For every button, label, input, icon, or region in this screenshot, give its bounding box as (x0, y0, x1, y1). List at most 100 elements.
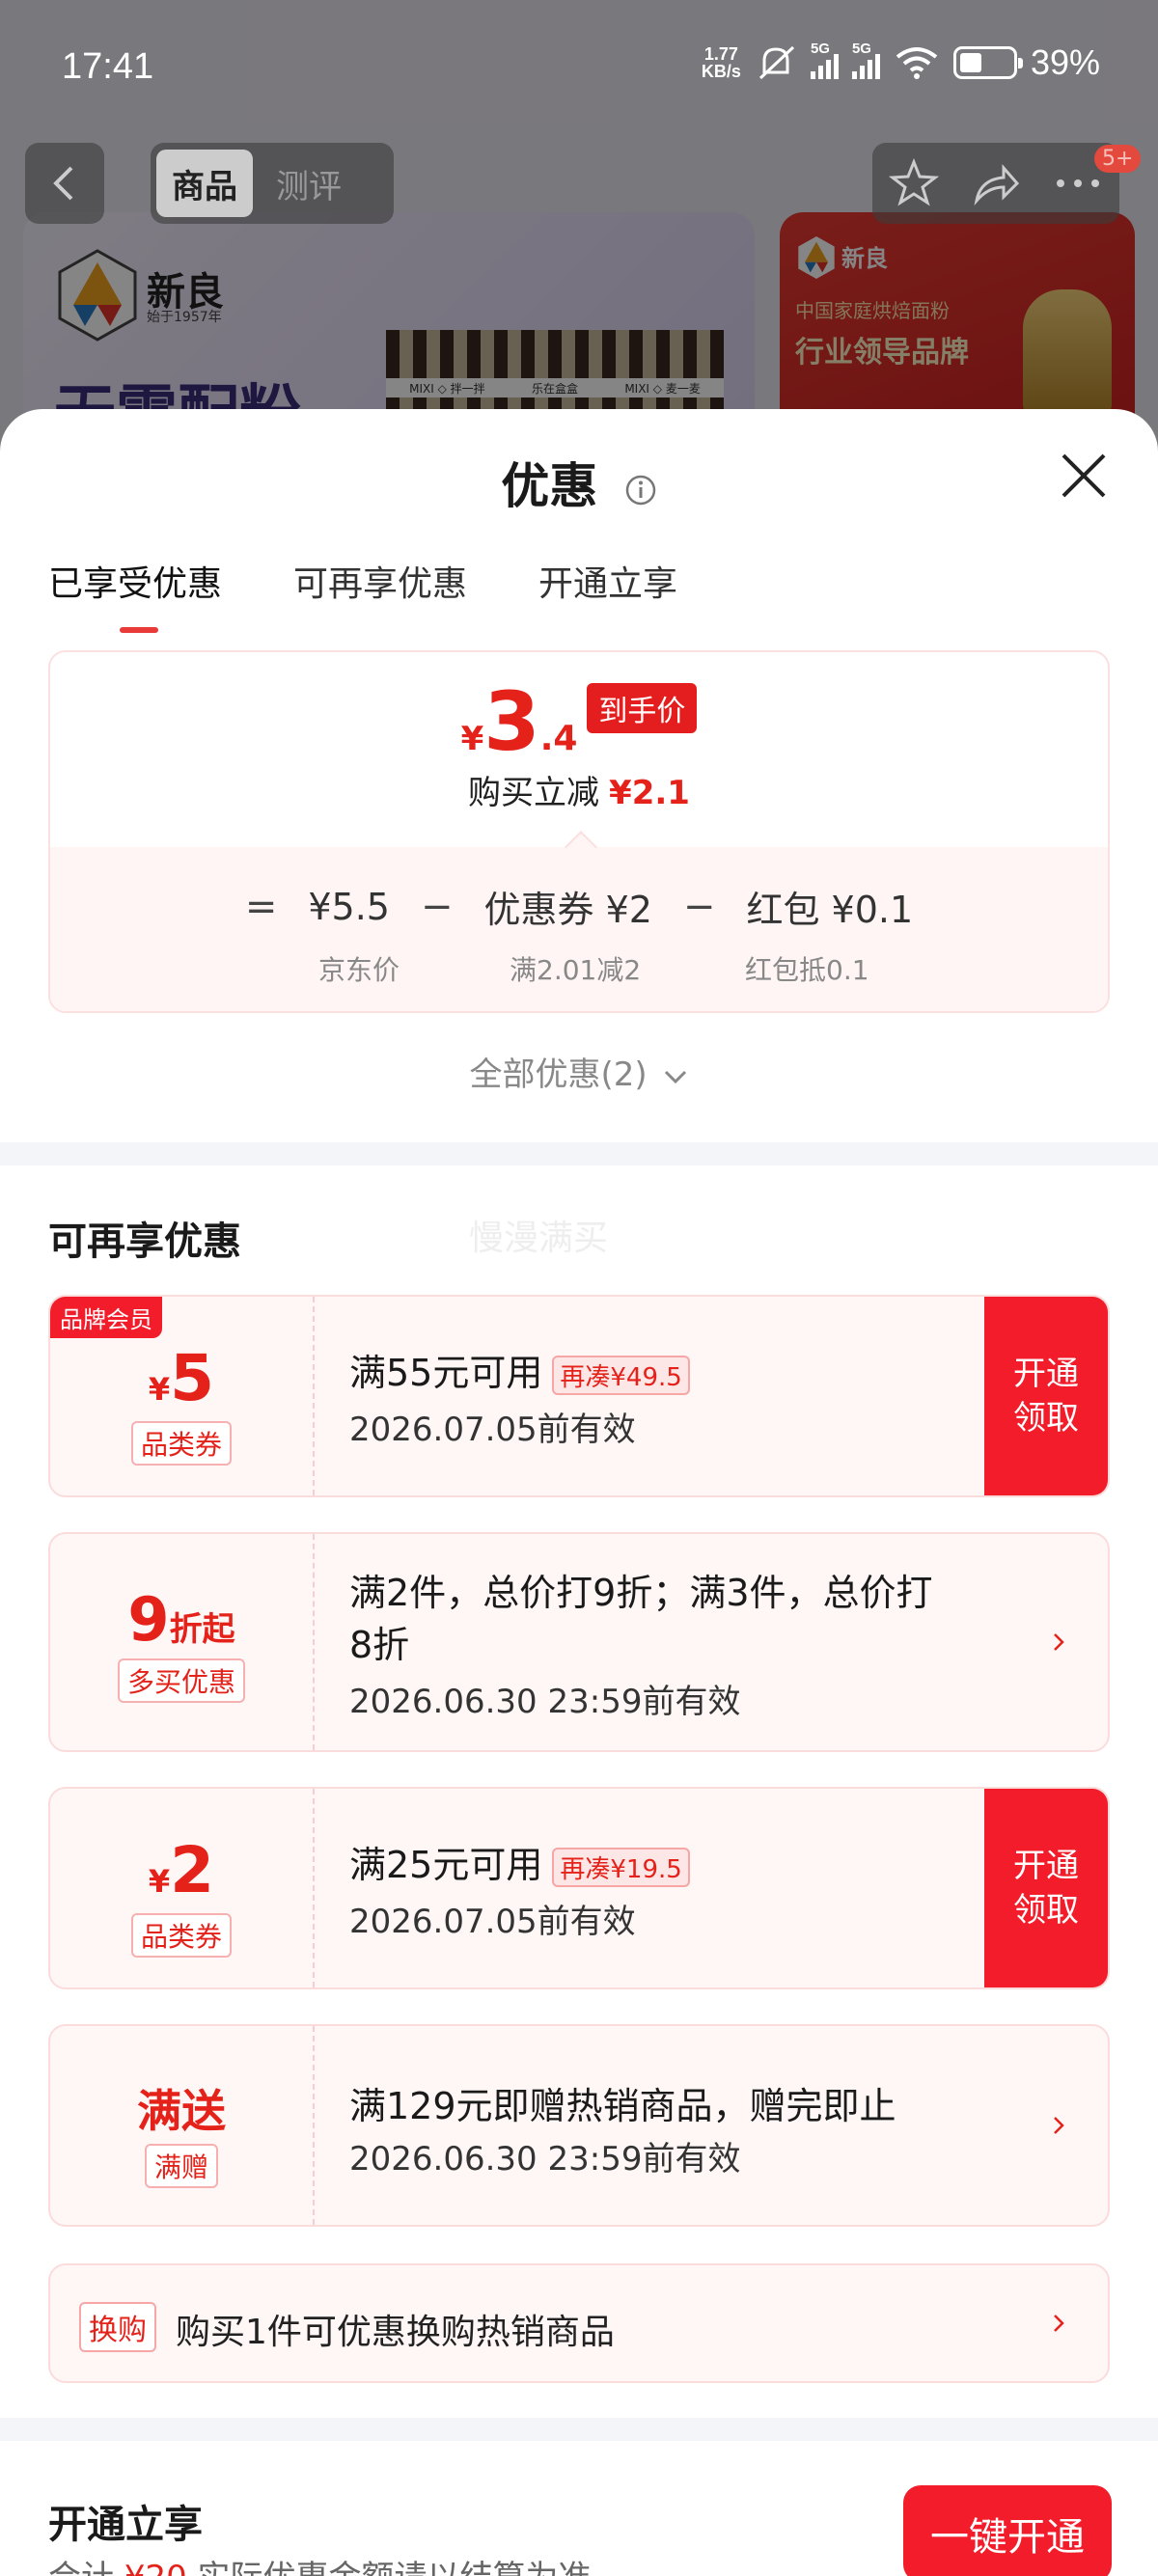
chevron-right-icon (1054, 1633, 1064, 1651)
gift-label: 满送 (137, 2085, 226, 2137)
all-offers-toggle[interactable]: 全部优惠(2) (0, 1048, 1158, 1095)
red-packet-deduction: 红包 ¥0.1 (746, 889, 914, 931)
coupon-value: ¥2 品类券 (50, 1789, 315, 1987)
coupon-condition: 满129元即赠热销商品，赠完即止 (349, 2085, 896, 2127)
more-icon[interactable] (1053, 174, 1103, 193)
instant-reduction: 购买立减 ¥2.1 (50, 766, 1108, 813)
exchange-offer[interactable]: 换购 购买1件可优惠换购热销商品 (48, 2263, 1110, 2383)
status-bar: 17:41 1.77 KB/s 5G 5G 39% (0, 0, 1158, 135)
chevron-right-icon (1054, 2117, 1064, 2134)
sheet-title-row: 优惠 (0, 448, 1158, 517)
status-icons: 1.77 KB/s 5G 5G 39% (702, 41, 1100, 83)
coupon-type: 品类券 (130, 1421, 232, 1466)
offers-sheet: 优惠 已享受优惠 可再享优惠 开通立享 ¥ 3 .4 到手价 购买立减¥2.1 (0, 409, 1158, 2576)
discount-number: 9 (127, 1584, 170, 1655)
coupon-number: 2 (170, 1833, 215, 1907)
mute-bell-icon (758, 45, 794, 80)
button-line: 开通 (1013, 1847, 1079, 1885)
battery-percent: 39% (1030, 42, 1100, 82)
coupon-details: 满129元即赠热销商品，赠完即止 2026.06.30 23:59前有效 (349, 2026, 973, 2225)
page-tabs: 商品 测评 (151, 143, 394, 224)
coupon-expiry: 2026.06.30 23:59前有效 (349, 1683, 741, 1721)
section-title-open: 开通立享 (48, 2503, 203, 2547)
watermark-text: 慢漫满买 (469, 1219, 609, 1258)
coupon-deduction: 优惠券 ¥2 (483, 889, 652, 931)
tab-product[interactable]: 商品 (156, 150, 253, 217)
coupon-details: 满25元可用 再凑¥19.5 2026.07.05前有效 (349, 1789, 973, 1987)
price-currency: ¥ (460, 720, 484, 758)
open-summary-prefix: 合计 (48, 2559, 114, 2576)
reduction-amount: ¥2.1 (609, 774, 690, 812)
open-summary: 合计 ¥20 实际优惠金额请以结算为准 (48, 2551, 592, 2576)
info-icon[interactable] (624, 474, 657, 507)
price-summary-card: ¥ 3 .4 到手价 购买立减 ¥2.1 = ¥5.5 − 优惠券 ¥2 − 红包… (48, 650, 1110, 1013)
tab-enjoyed[interactable]: 已享受优惠 (48, 556, 222, 633)
jd-price-label: 京东价 (318, 954, 400, 986)
chevron-down-icon (665, 1070, 687, 1083)
minus-sign: − (682, 884, 716, 929)
coupon-condition: 满25元可用 (349, 1844, 543, 1886)
coupon-condition-row: 满25元可用 再凑¥19.5 (349, 1835, 690, 1888)
coupon-amount: ¥2 (50, 1833, 313, 1907)
close-icon[interactable] (1058, 450, 1110, 502)
section-divider (0, 1142, 1158, 1165)
final-price-tag: 到手价 (587, 683, 698, 733)
star-icon[interactable] (888, 158, 939, 208)
final-price: ¥ 3 .4 到手价 (50, 681, 1108, 762)
signal-icon: 5G (851, 41, 880, 79)
coupon-number: 5 (170, 1341, 215, 1415)
net-speed-value: 1.77 (703, 44, 738, 64)
jd-price: ¥5.5 (308, 885, 390, 928)
signal-label: 5G (851, 41, 871, 57)
coupon-expiry: 2026.07.05前有效 (349, 1411, 636, 1449)
coupon-type: 品类券 (130, 1913, 232, 1958)
tab-more-offers[interactable]: 可再享优惠 (293, 556, 467, 606)
coupon-card[interactable]: ¥5 品类券 品牌会员 满55元可用 再凑¥49.5 2026.07.05前有效 … (48, 1295, 1110, 1497)
remaining-amount-tag: 再凑¥49.5 (552, 1356, 690, 1395)
back-icon (53, 166, 73, 201)
remaining-amount-tag: 再凑¥19.5 (552, 1848, 690, 1887)
discount-suffix: 折起 (169, 1610, 235, 1649)
back-button[interactable] (25, 143, 104, 224)
open-claim-button[interactable]: 开通 领取 (984, 1789, 1108, 1987)
battery-icon (952, 46, 1023, 79)
coupon-card[interactable]: 9折起 多买优惠 满2件，总价打9折；满3件，总价打 8折 2026.06.30… (48, 1532, 1110, 1752)
nav-actions (872, 143, 1119, 224)
coupon-card[interactable]: 满送 满赠 满129元即赠热销商品，赠完即止 2026.06.30 23:59前… (48, 2024, 1110, 2227)
discount-amount: 9折起 (50, 1584, 313, 1655)
sheet-title: 优惠 (501, 458, 598, 514)
exchange-text: 购买1件可优惠换购热销商品 (176, 2313, 615, 2352)
wifi-icon (896, 47, 938, 79)
coupon-condition-row: 满55元可用 再凑¥49.5 (349, 1343, 690, 1396)
coupon-currency: ¥ (148, 1863, 171, 1900)
tab-open-enjoy[interactable]: 开通立享 (538, 556, 677, 606)
red-packet-rule: 红包抵0.1 (745, 954, 869, 986)
coupon-condition-cont: 8折 (349, 1624, 410, 1666)
price-breakdown: = ¥5.5 − 优惠券 ¥2 − 红包 ¥0.1 京东价 满2.01减2 红包… (50, 847, 1108, 1011)
open-claim-button[interactable]: 开通 领取 (984, 1297, 1108, 1495)
one-click-open-button[interactable]: 一键开通 (903, 2485, 1112, 2576)
coupon-expiry: 2026.07.05前有效 (349, 1903, 636, 1941)
coupon-details: 满2件，总价打9折；满3件，总价打 8折 2026.06.30 23:59前有效 (349, 1534, 973, 1750)
coupon-card[interactable]: ¥2 品类券 满25元可用 再凑¥19.5 2026.07.05前有效 开通 领取 (48, 1787, 1110, 1989)
all-offers-label: 全部优惠(2) (469, 1055, 648, 1094)
net-speed-unit: KB/s (701, 62, 741, 81)
tab-review[interactable]: 测评 (261, 150, 357, 217)
coupon-condition: 满2件，总价打9折；满3件，总价打 (349, 1572, 933, 1614)
reduction-label: 购买立减 (468, 774, 600, 812)
button-line: 领取 (1013, 1399, 1079, 1438)
share-icon[interactable] (971, 158, 1021, 208)
coupon-details: 满55元可用 再凑¥49.5 2026.07.05前有效 (349, 1297, 973, 1495)
final-price-area: ¥ 3 .4 到手价 购买立减 ¥2.1 (50, 652, 1108, 847)
signal-icon: 5G (810, 41, 839, 79)
coupon-amount: ¥5 (50, 1341, 313, 1415)
coupon-value: 9折起 多买优惠 (50, 1534, 315, 1750)
section-title-more: 可再享优惠 (48, 1219, 241, 1264)
net-speed: 1.77 KB/s (702, 45, 741, 80)
coupon-type: 多买优惠 (117, 1658, 245, 1703)
chevron-right-icon (1054, 2315, 1064, 2332)
coupon-rule: 满2.01减2 (510, 954, 642, 986)
coupon-expiry: 2026.06.30 23:59前有效 (349, 2140, 741, 2179)
coupon-currency: ¥ (148, 1371, 171, 1408)
coupon-type: 满赠 (144, 2144, 218, 2188)
